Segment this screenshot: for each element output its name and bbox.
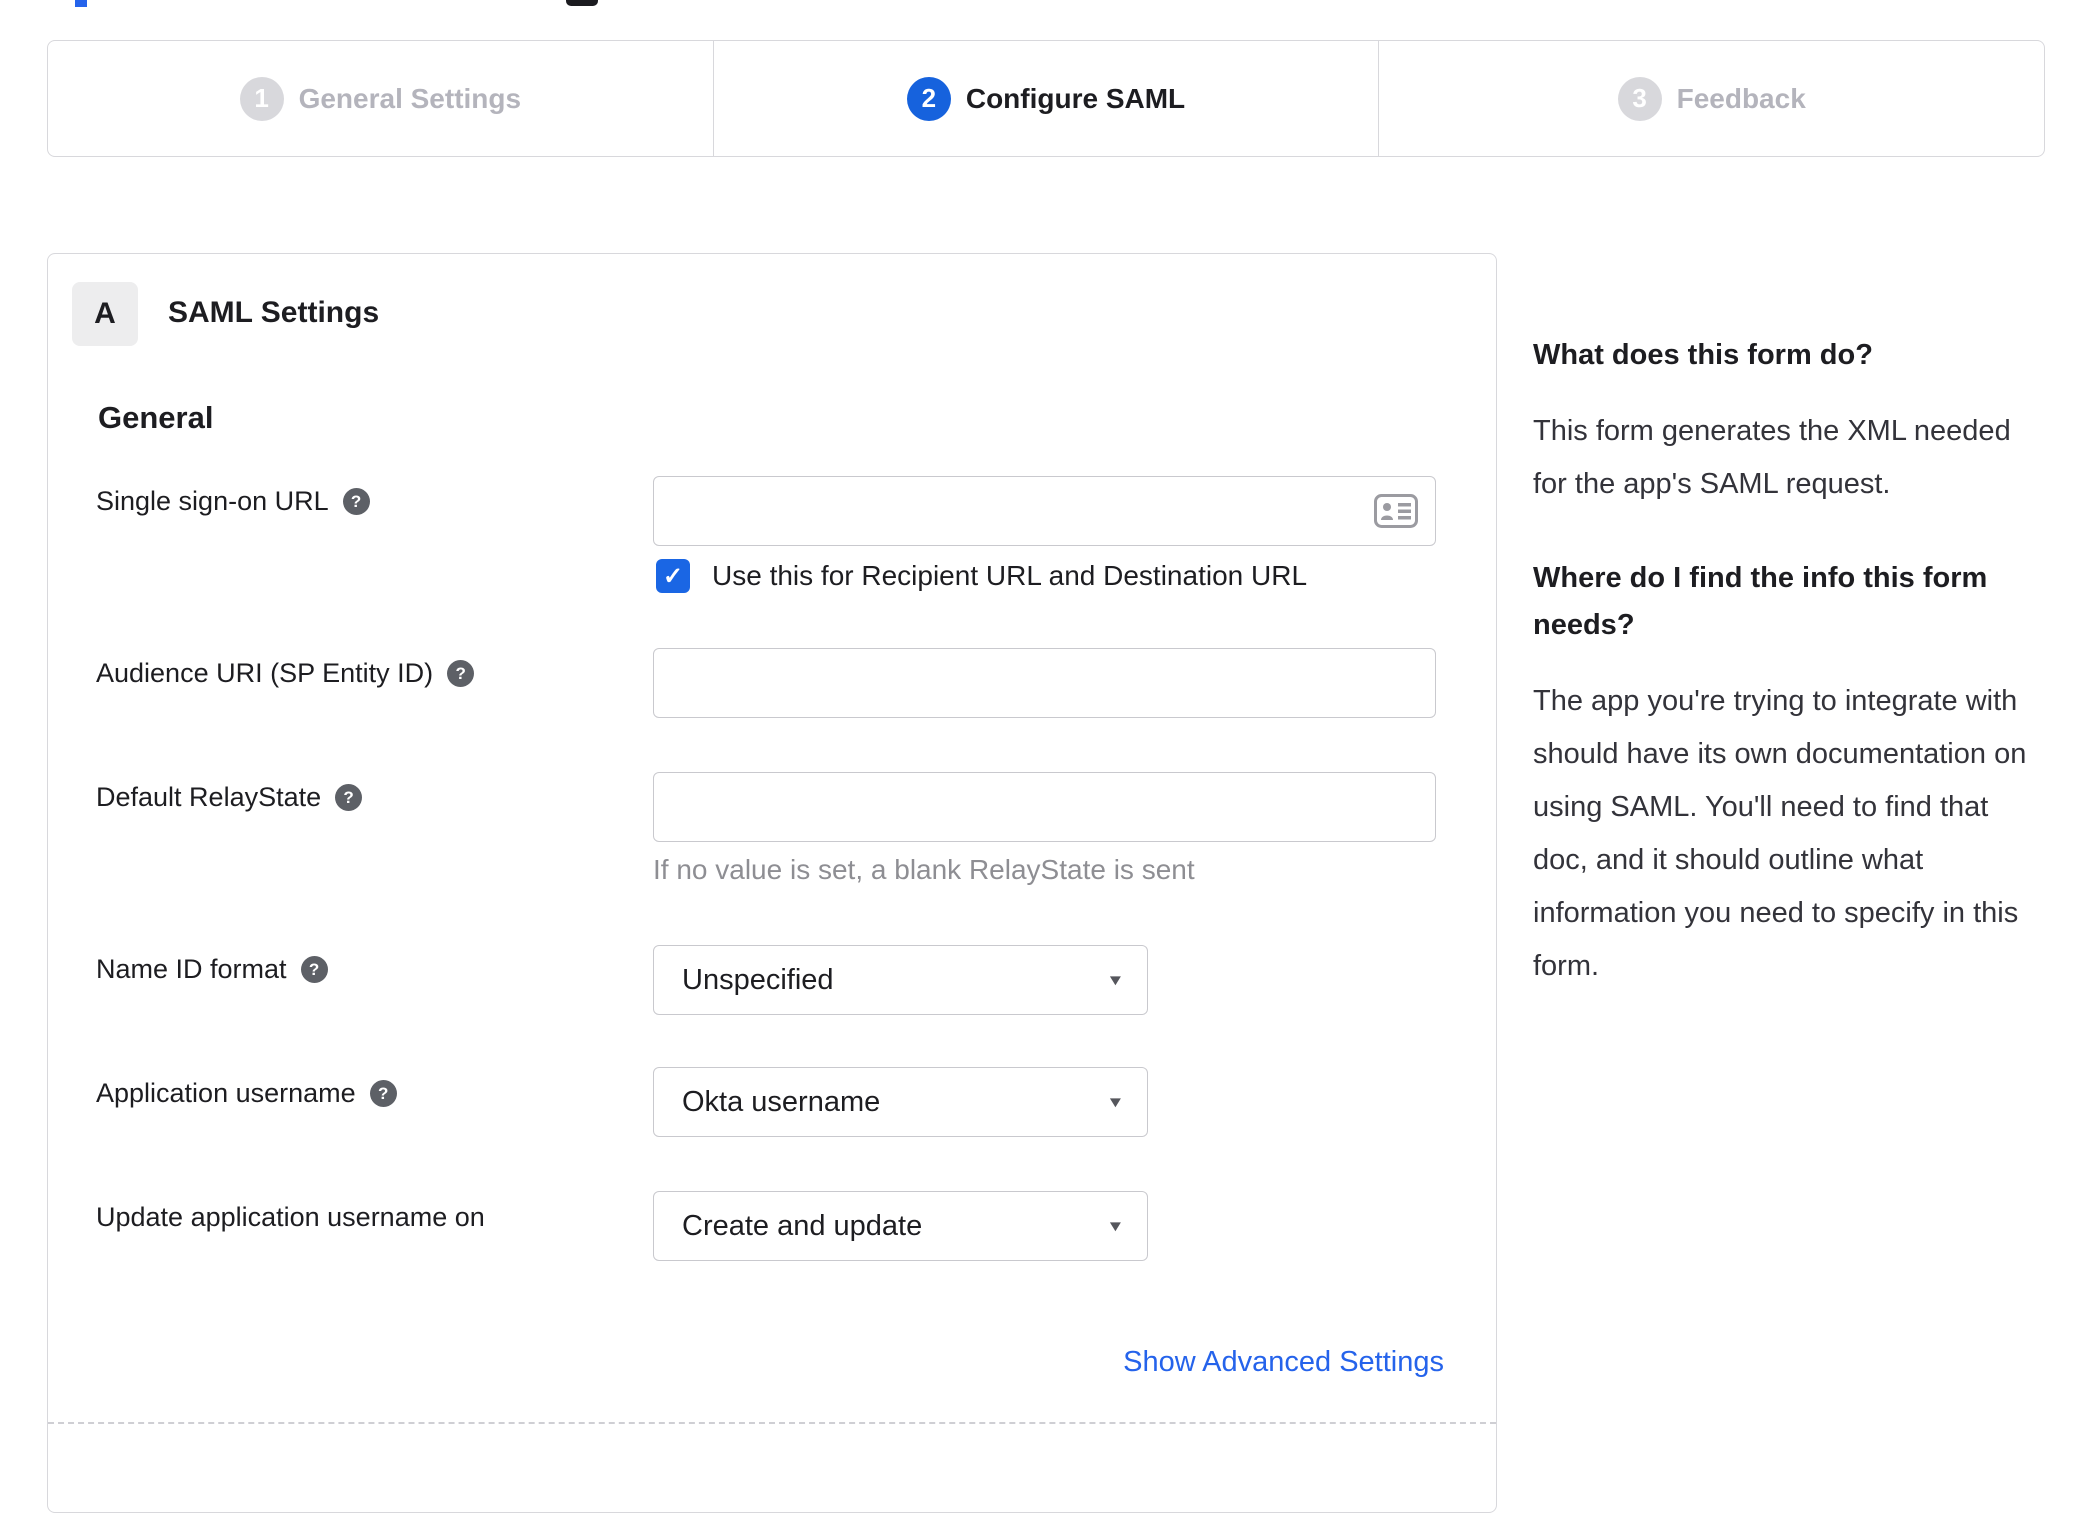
sso-url-input-wrap (653, 476, 1436, 546)
recipient-url-checkbox-row: ✓ Use this for Recipient URL and Destina… (656, 559, 1307, 593)
step-configure-saml[interactable]: 2 Configure SAML (712, 41, 1379, 156)
relaystate-input[interactable] (653, 772, 1436, 842)
contact-card-icon[interactable] (1374, 494, 1418, 528)
step-3-number-badge: 3 (1617, 76, 1662, 121)
relaystate-label: Default RelayState ? (96, 782, 363, 813)
section-title: SAML Settings (168, 296, 380, 329)
audience-uri-input[interactable] (653, 648, 1436, 718)
saml-settings-panel: A SAML Settings General Single sign-on U… (47, 253, 1497, 1513)
step-1-number-badge: 1 (239, 76, 284, 121)
sidebar-heading-2: Where do I find the info this form needs… (1533, 562, 1988, 641)
clipped-dark-icon-fragment (566, 0, 598, 6)
name-id-format-label: Name ID format ? (96, 954, 328, 985)
step-2-number-badge: 2 (906, 76, 951, 121)
section-dashed-divider (48, 1422, 1496, 1424)
help-icon[interactable]: ? (342, 488, 370, 515)
step-general-settings[interactable]: 1 General Settings (48, 41, 713, 156)
audience-uri-label: Audience URI (SP Entity ID) ? (96, 658, 475, 689)
sso-url-label: Single sign-on URL ? (96, 486, 370, 517)
name-id-format-value: Unspecified (682, 963, 834, 996)
step-3-label: Feedback (1676, 82, 1806, 114)
sso-url-input[interactable] (653, 476, 1436, 546)
help-icon[interactable]: ? (300, 956, 328, 983)
help-icon[interactable]: ? (335, 784, 363, 811)
application-username-value: Okta username (682, 1085, 881, 1118)
name-id-format-select[interactable]: Unspecified ▼ (653, 945, 1148, 1015)
section-a-badge: A (72, 282, 138, 346)
application-username-select[interactable]: Okta username ▼ (653, 1067, 1148, 1137)
sidebar-paragraph-2: The app you're trying to integrate with … (1533, 685, 2027, 982)
recipient-url-checkbox[interactable]: ✓ (656, 559, 690, 593)
step-1-label: General Settings (298, 82, 522, 114)
help-icon[interactable]: ? (369, 1080, 397, 1107)
update-username-on-label: Update application username on (96, 1202, 485, 1232)
clipped-blue-fragment (75, 0, 87, 7)
help-icon[interactable]: ? (447, 660, 475, 687)
update-username-on-value: Create and update (682, 1209, 923, 1242)
general-heading: General (98, 400, 214, 435)
sidebar-paragraph-1: This form generates the XML needed for t… (1533, 415, 2011, 500)
application-username-label: Application username ? (96, 1078, 397, 1109)
help-sidebar: What does this form do? This form genera… (1533, 332, 2051, 1037)
show-advanced-settings-link[interactable]: Show Advanced Settings (1123, 1346, 1444, 1378)
caret-down-icon: ▼ (1106, 1217, 1125, 1235)
caret-down-icon: ▼ (1106, 971, 1125, 989)
advanced-link-row: Show Advanced Settings (653, 1346, 1444, 1379)
wizard-stepper: 1 General Settings 2 Configure SAML 3 Fe… (47, 40, 2045, 157)
recipient-url-checkbox-label: Use this for Recipient URL and Destinati… (712, 560, 1308, 591)
caret-down-icon: ▼ (1106, 1093, 1125, 1111)
step-2-label: Configure SAML (965, 82, 1186, 114)
update-username-on-select[interactable]: Create and update ▼ (653, 1191, 1148, 1261)
relaystate-hint: If no value is set, a blank RelayState i… (653, 854, 1195, 885)
sidebar-heading-1: What does this form do? (1533, 339, 1873, 371)
step-feedback[interactable]: 3 Feedback (1378, 41, 2044, 156)
